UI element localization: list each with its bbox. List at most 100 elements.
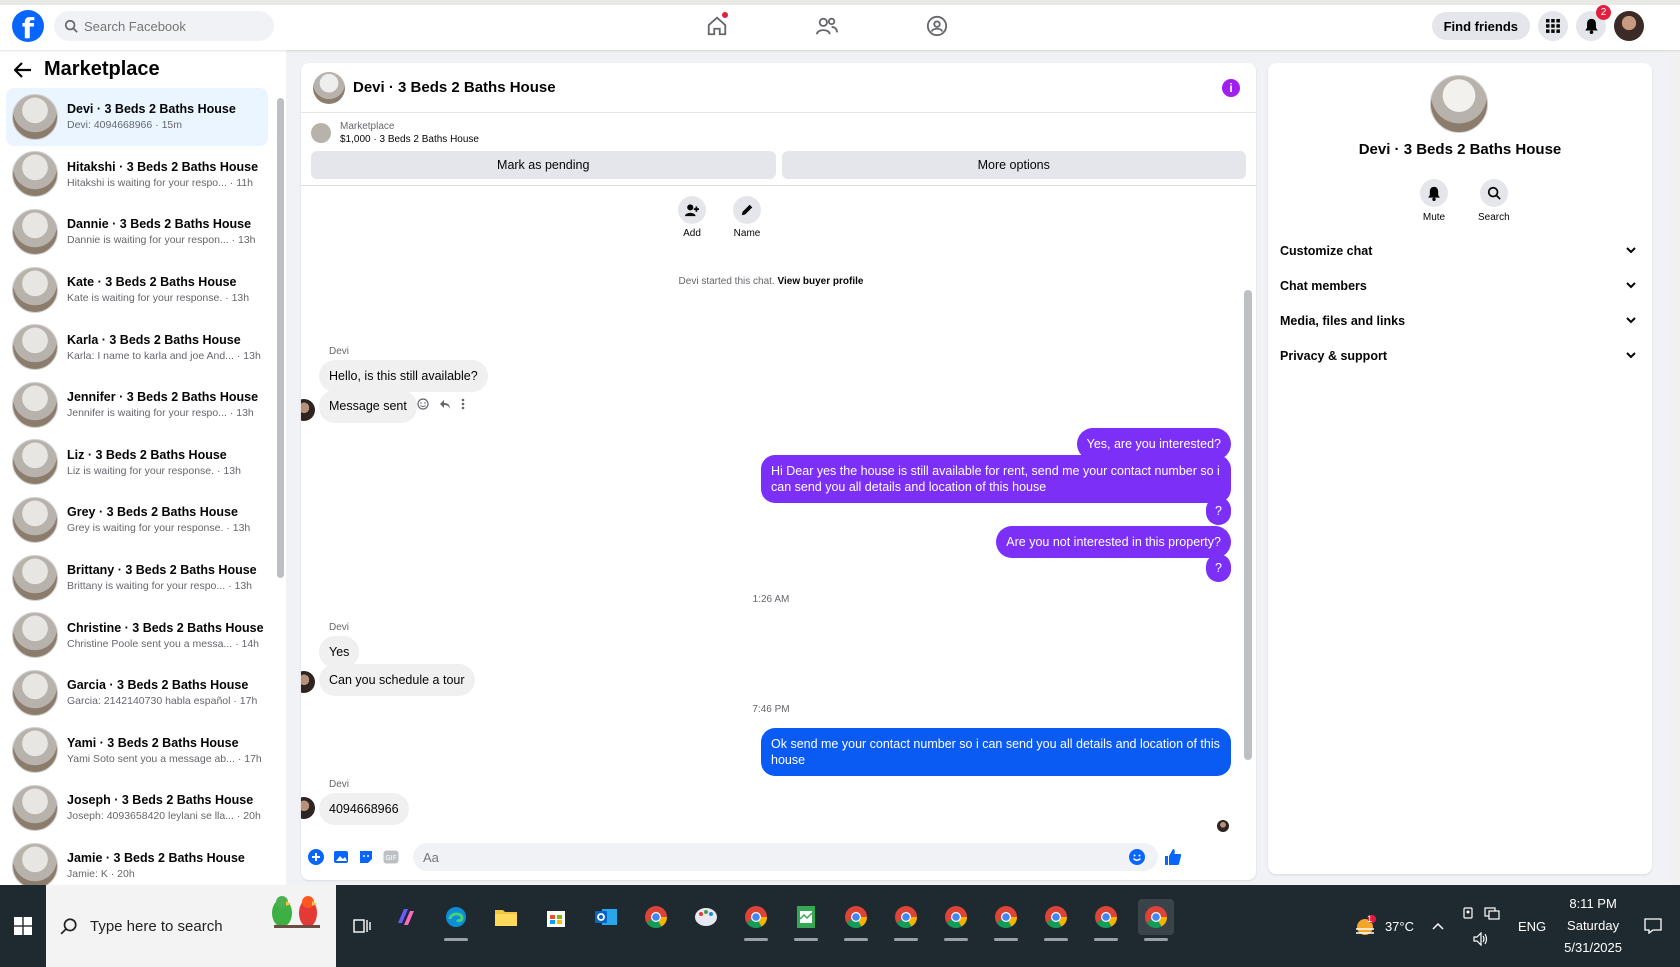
more-actions-button[interactable]	[307, 848, 325, 866]
language-indicator[interactable]: ENG	[1518, 919, 1546, 934]
gif-button[interactable]: GIF	[382, 848, 400, 866]
more-options-button[interactable]: More options	[781, 151, 1246, 179]
groups-nav-button[interactable]	[920, 10, 954, 42]
groups-icon	[926, 15, 948, 37]
like-button[interactable]	[1164, 848, 1182, 866]
outgoing-message[interactable]: Hi Dear yes the house is still available…	[761, 455, 1231, 503]
copilot-app[interactable]	[388, 899, 424, 935]
sender-avatar[interactable]	[301, 671, 315, 693]
chrome-window-3[interactable]	[938, 899, 974, 941]
network-icon[interactable]	[1484, 906, 1500, 920]
conversation-item[interactable]: Dannie · 3 Beds 2 Baths House Dannie is w…	[6, 203, 268, 261]
store-app[interactable]	[538, 899, 574, 935]
conversation-item[interactable]: Karla · 3 Beds 2 Baths House Karla: I nam…	[6, 318, 268, 376]
edge-app[interactable]	[438, 899, 474, 941]
conversation-item[interactable]: Garcia · 3 Beds 2 Baths House Garcia: 214…	[6, 664, 268, 722]
outlook-icon	[595, 909, 617, 925]
more-vertical-icon[interactable]	[461, 398, 465, 410]
view-buyer-profile-link[interactable]: View buyer profile	[777, 276, 863, 287]
home-nav-button[interactable]	[700, 10, 734, 42]
info-icon[interactable]: i	[1222, 79, 1240, 97]
clock[interactable]: 8:11 PM Saturday 5/31/2025	[1564, 893, 1622, 959]
start-button[interactable]	[0, 885, 46, 967]
conversation-item[interactable]: Kate · 3 Beds 2 Baths House Kate is waiti…	[6, 261, 268, 319]
reply-icon[interactable]	[439, 398, 451, 410]
conversation-item[interactable]: Yami · 3 Beds 2 Baths House Yami Soto sen…	[6, 722, 268, 780]
facebook-logo[interactable]: f	[12, 10, 44, 42]
chrome-app[interactable]	[638, 899, 674, 935]
mark-as-pending-button[interactable]: Mark as pending	[311, 151, 776, 179]
outgoing-message[interactable]: ?	[1206, 554, 1231, 582]
info-avatar[interactable]	[1430, 75, 1488, 133]
sticker-button[interactable]	[357, 848, 375, 866]
search-input[interactable]	[84, 18, 264, 34]
menu-button[interactable]	[1538, 11, 1568, 41]
chat-scroll-thumb[interactable]	[1244, 290, 1252, 760]
conversation-item[interactable]: Devi · 3 Beds 2 Baths House Devi: 4094668…	[6, 88, 268, 146]
chrome-window-6[interactable]	[1088, 899, 1124, 941]
chrome-window-5[interactable]	[1038, 899, 1074, 941]
conversation-item[interactable]: Christine · 3 Beds 2 Baths House Christin…	[6, 606, 268, 664]
react-emoji-icon[interactable]	[417, 398, 429, 410]
chat-avatar[interactable]	[313, 71, 345, 104]
chrome-profile-app[interactable]	[738, 899, 774, 941]
conversation-item[interactable]: Hitakshi · 3 Beds 2 Baths House Hitakshi …	[6, 146, 268, 204]
privacy-support-row[interactable]: Privacy & support	[1280, 338, 1640, 373]
incoming-message[interactable]: Can you schedule a tour	[319, 664, 475, 696]
chat-title[interactable]: Devi · 3 Beds 2 Baths House	[353, 79, 556, 96]
conversation-item[interactable]: Liz · 3 Beds 2 Baths House Liz is waiting…	[6, 434, 268, 492]
info-title: Devi · 3 Beds 2 Baths House	[1358, 141, 1562, 158]
friends-nav-button[interactable]	[810, 10, 844, 42]
back-arrow-icon[interactable]	[14, 61, 32, 78]
home-notification-dot	[722, 12, 728, 18]
outgoing-message[interactable]: ?	[1206, 497, 1231, 525]
attach-photo-button[interactable]	[332, 848, 350, 866]
listing-thumbnail[interactable]	[311, 123, 331, 143]
name-chat-action[interactable]: Name	[733, 196, 761, 239]
add-people-action[interactable]: Add	[678, 196, 706, 239]
customize-chat-row[interactable]: Customize chat	[1280, 233, 1640, 268]
sender-avatar[interactable]	[301, 399, 315, 421]
incoming-message[interactable]: 4094668966	[319, 793, 409, 825]
conversation-item[interactable]: Brittany · 3 Beds 2 Baths House Brittany …	[6, 549, 268, 607]
message-input[interactable]	[413, 843, 1158, 871]
chrome-window-4[interactable]	[988, 899, 1024, 941]
profile-avatar[interactable]	[1614, 11, 1644, 41]
meet-now-icon[interactable]	[1462, 906, 1476, 920]
conversation-avatar	[12, 554, 58, 601]
chat-members-row[interactable]: Chat members	[1280, 268, 1640, 303]
outlook-app[interactable]	[588, 899, 624, 935]
incoming-message[interactable]: Message sent	[319, 390, 417, 423]
search-in-chat-button[interactable]: Search	[1478, 179, 1510, 223]
find-friends-button[interactable]: Find friends	[1431, 12, 1530, 40]
chat-scrollbar[interactable]	[1241, 190, 1253, 775]
notifications-button[interactable]: 2	[1576, 5, 1611, 41]
volume-icon[interactable]	[1473, 932, 1489, 946]
paint-app[interactable]	[688, 899, 724, 935]
task-view-button[interactable]	[344, 909, 380, 945]
chrome-window-1[interactable]	[838, 899, 874, 941]
conversation-item[interactable]: Joseph · 3 Beds 2 Baths House Joseph: 409…	[6, 779, 268, 837]
page-scrollbar[interactable]	[1668, 50, 1680, 885]
search-box[interactable]	[54, 11, 274, 41]
notification-center-button[interactable]	[1644, 918, 1662, 934]
chrome-window-2[interactable]	[888, 899, 924, 941]
conversation-item[interactable]: Grey · 3 Beds 2 Baths House Grey is waiti…	[6, 491, 268, 549]
conversation-preview: Devi: 4094668966 · 15m	[67, 119, 182, 132]
outgoing-message[interactable]: Ok send me your contact number so i can …	[761, 728, 1231, 776]
sidebar-scroll-thumb[interactable]	[277, 98, 284, 578]
show-hidden-icons-button[interactable]	[1432, 922, 1444, 930]
outgoing-message[interactable]: Are you not interested in this property?	[996, 526, 1231, 558]
conversation-avatar	[12, 439, 58, 486]
emoji-button[interactable]	[1128, 848, 1146, 866]
media-files-links-row[interactable]: Media, files and links	[1280, 303, 1640, 338]
sender-avatar[interactable]	[301, 797, 315, 819]
incoming-message[interactable]: Hello, is this still available?	[319, 360, 488, 392]
chrome-window-active[interactable]	[1138, 899, 1174, 941]
weather-widget[interactable]: 1 37°C	[1353, 914, 1414, 937]
mute-button[interactable]: Mute	[1420, 179, 1448, 223]
sidebar-scrollbar[interactable]	[276, 88, 284, 878]
file-explorer-app[interactable]	[488, 899, 524, 935]
conversation-item[interactable]: Jennifer · 3 Beds 2 Baths House Jennifer …	[6, 376, 268, 434]
spreadsheet-app[interactable]	[788, 899, 824, 941]
